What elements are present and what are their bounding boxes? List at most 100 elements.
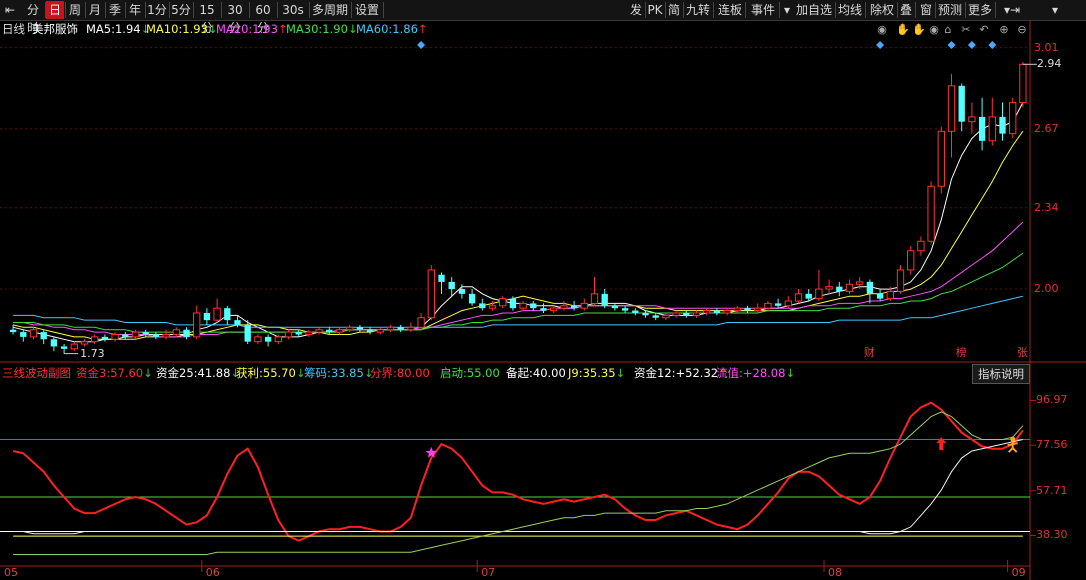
candle xyxy=(988,97,996,146)
candle xyxy=(723,308,731,316)
low-price-label: 1.73 xyxy=(80,346,105,360)
candle xyxy=(672,310,680,318)
candle-body xyxy=(183,329,190,337)
candle-body xyxy=(764,302,772,309)
indicator-value-7: J9:35.35↓ xyxy=(568,366,625,380)
candle xyxy=(896,265,905,294)
lock-icon[interactable]: ⌂ xyxy=(942,24,954,36)
candle xyxy=(183,327,190,340)
indicator-number: 41.88 xyxy=(197,366,231,380)
candle-body xyxy=(326,329,333,333)
event-marker-1[interactable]: 榜 xyxy=(956,347,967,359)
candle-body xyxy=(856,281,864,285)
indicator-value-1: 资金25:41.88↓ xyxy=(156,366,240,380)
candle xyxy=(366,327,374,335)
indicator-tick-label: 38.30 xyxy=(1036,528,1068,542)
candle-body xyxy=(274,336,282,343)
candle-body xyxy=(479,303,486,309)
candle-body xyxy=(1019,63,1027,104)
candle xyxy=(621,305,629,313)
candle-body xyxy=(70,343,78,350)
candle xyxy=(80,339,89,347)
candle xyxy=(438,272,445,294)
candle-body xyxy=(407,326,415,331)
zoom-out-icon[interactable]: ⊖ xyxy=(1016,24,1028,36)
candle-body xyxy=(203,312,211,321)
candle-body xyxy=(662,314,670,319)
candle-body xyxy=(315,329,323,333)
candle-body xyxy=(580,302,588,309)
candle xyxy=(1009,97,1017,139)
candle-body xyxy=(499,298,507,307)
ma-number: 1.93 xyxy=(182,22,208,36)
indicator-label: 资金12: xyxy=(634,366,676,380)
candle-body xyxy=(550,307,558,312)
person-arms xyxy=(1007,442,1018,447)
candle-body xyxy=(794,293,803,302)
candle xyxy=(122,332,129,340)
indicator-help-button[interactable]: 指标说明 xyxy=(972,364,1030,384)
candle-body xyxy=(172,329,180,335)
indicator-number: 55.00 xyxy=(466,366,500,380)
candle xyxy=(642,310,649,318)
candle xyxy=(652,312,659,321)
indicator-number: 33.85 xyxy=(330,366,364,380)
hand-icon[interactable]: ✋ xyxy=(896,24,910,36)
candle-body xyxy=(427,269,435,319)
undo-icon[interactable]: ↶ xyxy=(978,24,990,36)
event-diamond-icon xyxy=(876,41,885,49)
candle xyxy=(407,322,415,333)
stock-name[interactable]: 美邦服饰 xyxy=(32,22,78,36)
candle-body xyxy=(488,305,497,309)
candle xyxy=(60,344,68,354)
candle xyxy=(335,327,344,335)
high-price-label: 2.94 xyxy=(1036,57,1062,71)
candle xyxy=(570,301,578,311)
candle xyxy=(744,305,751,313)
month-label: 07 xyxy=(481,566,496,579)
candle-body xyxy=(968,116,976,123)
candle xyxy=(417,312,425,330)
candle-body xyxy=(1009,102,1017,135)
indicator-label: 流值: xyxy=(716,366,743,380)
candle-body xyxy=(366,329,374,333)
candle xyxy=(978,97,986,151)
indicator-value-9: 流值:+28.08↓ xyxy=(716,366,795,380)
scissors-icon[interactable]: ✂ xyxy=(960,24,972,36)
candle xyxy=(825,279,833,294)
hand-alt-icon[interactable]: ✋ xyxy=(912,24,926,36)
candle xyxy=(29,327,38,340)
indicator-tick-label: 77.56 xyxy=(1036,438,1068,452)
ma-value-4: MA60:1.86↑ xyxy=(356,22,428,36)
candle xyxy=(386,324,395,333)
candle xyxy=(448,277,455,297)
candle xyxy=(1019,61,1027,108)
candle xyxy=(356,324,364,333)
candle xyxy=(50,336,58,352)
candle-body xyxy=(907,250,915,271)
play-icon[interactable]: ◉ xyxy=(928,24,940,36)
candle xyxy=(713,308,721,316)
star-marker-icon xyxy=(425,446,437,458)
candle xyxy=(754,303,762,313)
candle xyxy=(468,289,476,306)
candle xyxy=(611,303,619,311)
price-tick-label: 2.34 xyxy=(1034,200,1059,214)
indicator-label: 备起: xyxy=(506,366,533,380)
eye-icon[interactable]: ◉ xyxy=(876,24,888,36)
series-资金3 xyxy=(12,401,1024,542)
indicator-name[interactable]: 三线波动副图 xyxy=(2,366,71,380)
candle xyxy=(91,334,99,345)
zoom-in-icon[interactable]: ⊕ xyxy=(998,24,1010,36)
candle-body xyxy=(896,269,905,292)
candle-body xyxy=(632,310,639,313)
event-marker-0[interactable]: 财 xyxy=(864,347,875,359)
candle xyxy=(968,102,976,134)
event-marker-2[interactable]: 张 xyxy=(1017,347,1028,359)
candle-body xyxy=(560,305,568,309)
candle-body xyxy=(805,293,812,299)
candle-body xyxy=(295,332,302,335)
candle-body xyxy=(744,308,751,311)
candle xyxy=(162,329,170,340)
candle xyxy=(958,83,965,132)
